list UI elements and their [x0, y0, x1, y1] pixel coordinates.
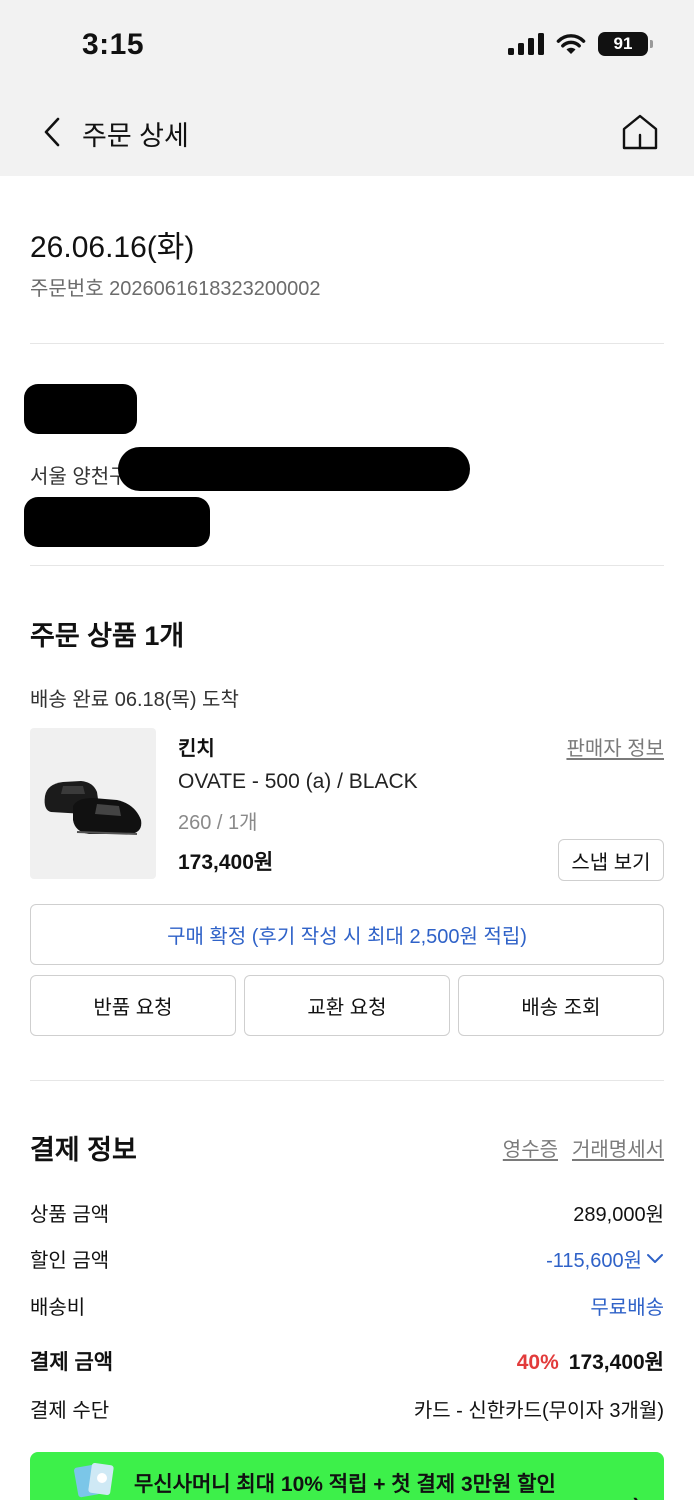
product-option: 260 / 1개: [178, 812, 258, 834]
product-brand[interactable]: 킨치: [178, 732, 215, 761]
payment-total: 40% 173,400원: [517, 1346, 664, 1376]
status-time: 3:15: [82, 28, 145, 61]
payment-label: 상품 금액: [30, 1204, 110, 1226]
exchange-request-button[interactable]: 교환 요청: [244, 975, 450, 1036]
purchase-confirm-button[interactable]: 구매 확정 (후기 작성 시 최대 2,500원 적립): [30, 904, 664, 965]
payment-row-discount: 할인 금액 -115,600원: [30, 1244, 664, 1273]
products-section-title: 주문 상품 1개: [30, 621, 185, 651]
payment-value: 카드 - 신한카드(무이자 3개월): [413, 1400, 664, 1422]
receipt-link[interactable]: 영수증: [503, 1133, 558, 1162]
order-number: 주문번호 2026061618323200002: [30, 278, 321, 300]
payment-value: -115,600원: [546, 1250, 642, 1272]
payment-value: 289,000원: [573, 1204, 664, 1226]
delivery-status: 배송 완료 06.18(목) 도착: [30, 689, 239, 711]
divider: [30, 1080, 664, 1081]
discount-rate: 40%: [516, 1351, 559, 1374]
payment-label: 할인 금액: [30, 1250, 110, 1272]
signal-icon: [508, 33, 544, 55]
page-title: 주문 상세: [82, 121, 189, 151]
transaction-statement-link[interactable]: 거래명세서: [572, 1133, 664, 1162]
money-cards-icon: [74, 1463, 114, 1498]
discount-toggle[interactable]: -115,600원: [546, 1244, 664, 1273]
payment-value: 173,400원: [568, 1351, 664, 1374]
status-icons: 91: [508, 32, 653, 56]
promo-text: 무신사머니 최대 10% 적립 + 첫 결제 3만원 할인: [134, 1473, 556, 1496]
return-request-button[interactable]: 반품 요청: [30, 975, 236, 1036]
payment-row-product-amount: 상품 금액 289,000원: [30, 1198, 664, 1227]
payment-row-shipping: 배송비 무료배송: [30, 1291, 664, 1320]
seller-info-link[interactable]: 판매자 정보: [566, 732, 664, 761]
back-button[interactable]: [30, 110, 74, 154]
battery-icon: 91: [598, 32, 653, 56]
snap-view-button[interactable]: 스냅 보기: [558, 839, 664, 881]
payment-value: 무료배송: [590, 1297, 664, 1319]
payment-row-total: 결제 금액 40% 173,400원: [30, 1346, 664, 1376]
chevron-left-icon: [44, 117, 60, 147]
delivery-tracking-button[interactable]: 배송 조회: [458, 975, 664, 1036]
product-image[interactable]: [30, 728, 156, 879]
redaction-mark: [24, 384, 137, 434]
payment-row-method: 결제 수단 카드 - 신한카드(무이자 3개월): [30, 1394, 664, 1423]
product-name[interactable]: OVATE - 500 (a) / BLACK: [178, 770, 418, 794]
product-price: 173,400원: [178, 851, 274, 874]
redaction-mark: [24, 497, 210, 547]
redaction-mark: [118, 447, 470, 491]
wifi-icon: [556, 34, 586, 54]
payment-document-links: 영수증 거래명세서: [503, 1133, 664, 1162]
order-date: 26.06.16(화): [30, 231, 195, 264]
nav-bar: 주문 상세: [0, 92, 694, 176]
divider: [30, 343, 664, 344]
payment-label: 배송비: [30, 1297, 86, 1319]
status-bar: 3:15 91: [0, 0, 694, 92]
chevron-down-icon: [647, 1253, 663, 1263]
promo-banner[interactable]: 무신사머니 최대 10% 적립 + 첫 결제 3만원 할인 ›: [30, 1452, 664, 1500]
recipient-address: 서울 양천구: [30, 466, 128, 488]
chevron-right-icon: ›: [633, 1488, 640, 1500]
payment-label: 결제 수단: [30, 1400, 110, 1422]
payment-label: 결제 금액: [30, 1351, 114, 1374]
home-icon: [622, 114, 658, 150]
divider: [30, 565, 664, 566]
home-button[interactable]: [616, 108, 664, 156]
payment-section-title: 결제 정보: [30, 1135, 137, 1165]
battery-level: 91: [613, 34, 633, 53]
loafer-shoe-icon: [44, 780, 142, 835]
